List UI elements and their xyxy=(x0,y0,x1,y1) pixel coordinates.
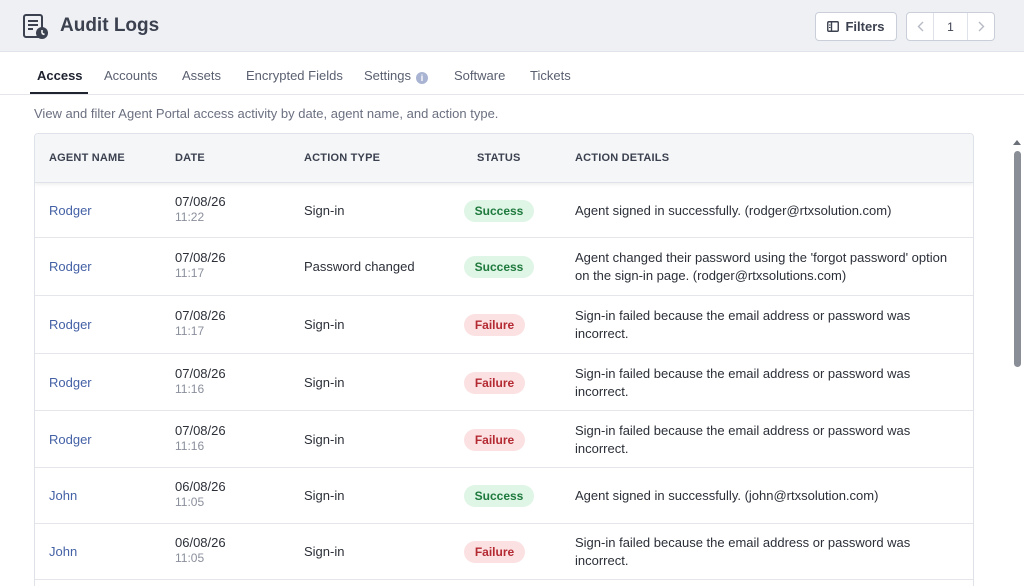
table-row: John 06/08/26 11:05 Sign-in Failure Sign-in f… xyxy=(35,524,973,580)
status-badge: Success xyxy=(464,256,534,278)
action-details-cell: Sign-in failed because the email address… xyxy=(575,535,911,568)
time-value: 11:16 xyxy=(175,381,205,396)
tab-assets[interactable]: Assets xyxy=(182,68,221,83)
pagination: 1 xyxy=(906,12,995,41)
action-details-cell: Sign-in failed because the email address… xyxy=(575,422,911,456)
status-badge: Success xyxy=(464,199,534,222)
action-details-cell: Sign-in failed because the email address… xyxy=(575,365,911,399)
date-cell: 06/08/26 11:05 xyxy=(175,479,226,509)
table-row: John 06/08/26 11:05 Sign-in Success Agent sig… xyxy=(35,468,973,524)
agent-name-link[interactable]: Rodger xyxy=(49,317,92,332)
tab-bar: Access Accounts Assets Encrypted Fields … xyxy=(0,52,1024,95)
tab-tickets[interactable]: Tickets xyxy=(530,68,571,83)
tab-settings-label: Settings xyxy=(364,68,411,83)
action-type-cell: Sign-in xyxy=(304,202,345,218)
status-badge: Failure xyxy=(464,541,525,563)
next-page-button[interactable] xyxy=(968,13,994,40)
page-description: View and filter Agent Portal access acti… xyxy=(34,106,499,121)
time-value: 11:17 xyxy=(175,324,205,338)
action-type-cell: Sign-in xyxy=(304,431,345,447)
audit-log-table: AGENT NAME DATE ACTION TYPE STATUS ACTIO… xyxy=(34,133,974,586)
time-value: 11:22 xyxy=(175,209,205,224)
date-cell: 07/08/26 11:16 xyxy=(175,366,226,396)
action-type-cell: Sign-in xyxy=(304,544,345,559)
page-title: Audit Logs xyxy=(60,15,160,36)
date-value: 06/08/26 xyxy=(175,479,226,494)
table-body: Rodger 07/08/26 11:22 Sign-in Success Agent s… xyxy=(35,183,973,580)
time-value: 11:17 xyxy=(175,266,205,280)
action-details-cell: Agent signed in successfully. (john@rtxs… xyxy=(575,488,879,503)
column-header-agent-name[interactable]: AGENT NAME xyxy=(49,152,125,164)
column-header-date[interactable]: DATE xyxy=(175,152,205,164)
status-badge: Success xyxy=(464,485,534,507)
column-header-action-type[interactable]: ACTION TYPE xyxy=(304,152,380,164)
action-type-cell: Sign-in xyxy=(304,317,345,332)
date-cell: 07/08/26 11:16 xyxy=(175,423,226,453)
agent-name-link[interactable]: Rodger xyxy=(49,203,92,218)
time-value: 11:05 xyxy=(175,495,205,509)
agent-name-link[interactable]: Rodger xyxy=(49,375,92,390)
date-value: 07/08/26 xyxy=(175,422,226,438)
chevron-right-icon xyxy=(978,21,984,32)
action-details-cell: Agent signed in successfully. (rodger@rt… xyxy=(575,202,892,218)
tab-settings[interactable]: Settings i xyxy=(364,68,428,84)
table-row: Rodger 07/08/26 11:16 Sign-in Failure Sign-in… xyxy=(35,411,973,468)
action-type-cell: Password changed xyxy=(304,259,415,274)
current-page: 1 xyxy=(933,13,968,40)
action-type-cell: Sign-in xyxy=(304,374,345,390)
scrollbar-thumb[interactable] xyxy=(1014,151,1021,367)
filter-panel-icon xyxy=(827,21,840,32)
table-row: Rodger 07/08/26 11:22 Sign-in Success Agent s… xyxy=(35,183,973,238)
status-badge: Failure xyxy=(464,314,525,336)
filters-button[interactable]: Filters xyxy=(815,12,897,41)
date-cell: 07/08/26 11:17 xyxy=(175,308,226,338)
status-badge: Failure xyxy=(464,428,525,451)
date-value: 07/08/26 xyxy=(175,250,226,265)
audit-log-icon xyxy=(23,14,48,39)
time-value: 11:16 xyxy=(175,438,205,453)
active-tab-indicator xyxy=(30,92,88,94)
agent-name-link[interactable]: Rodger xyxy=(49,432,92,447)
date-value: 06/08/26 xyxy=(175,535,226,550)
date-value: 07/08/26 xyxy=(175,193,226,209)
agent-name-link[interactable]: Rodger xyxy=(49,259,92,274)
action-details-cell: Sign-in failed because the email address… xyxy=(575,308,911,341)
tab-accounts[interactable]: Accounts xyxy=(104,68,157,83)
table-header: AGENT NAME DATE ACTION TYPE STATUS ACTIO… xyxy=(35,134,973,183)
date-value: 07/08/26 xyxy=(175,308,226,323)
table-row: Rodger 07/08/26 11:17 Password changed Succe… xyxy=(35,238,973,296)
date-cell: 06/08/26 11:05 xyxy=(175,535,226,565)
table-row: Rodger 07/08/26 11:17 Sign-in Failure Sign-in… xyxy=(35,296,973,354)
date-value: 07/08/26 xyxy=(175,365,226,381)
prev-page-button[interactable] xyxy=(907,13,933,40)
vertical-scrollbar[interactable] xyxy=(1010,135,1024,586)
agent-name-link[interactable]: John xyxy=(49,488,77,503)
filters-label: Filters xyxy=(845,19,885,34)
date-cell: 07/08/26 11:17 xyxy=(175,250,226,280)
agent-name-link[interactable]: John xyxy=(49,544,77,559)
action-details-cell: Agent changed their password using the '… xyxy=(575,250,948,283)
scroll-up-arrow-icon[interactable] xyxy=(1013,140,1021,145)
app-header: Audit Logs Filters 1 xyxy=(0,0,1024,52)
tab-encrypted-fields[interactable]: Encrypted Fields xyxy=(246,68,343,83)
info-icon: i xyxy=(415,72,428,84)
column-header-status[interactable]: STATUS xyxy=(477,152,521,164)
tab-access[interactable]: Access xyxy=(37,68,83,83)
tab-software[interactable]: Software xyxy=(454,68,505,83)
time-value: 11:05 xyxy=(175,551,205,565)
table-row: Rodger 07/08/26 11:16 Sign-in Failure Sign-in… xyxy=(35,354,973,411)
action-type-cell: Sign-in xyxy=(304,488,345,503)
date-cell: 07/08/26 11:22 xyxy=(175,194,226,224)
chevron-left-icon xyxy=(917,21,923,32)
column-header-action-details[interactable]: ACTION DETAILS xyxy=(575,152,669,164)
status-badge: Failure xyxy=(464,371,525,394)
